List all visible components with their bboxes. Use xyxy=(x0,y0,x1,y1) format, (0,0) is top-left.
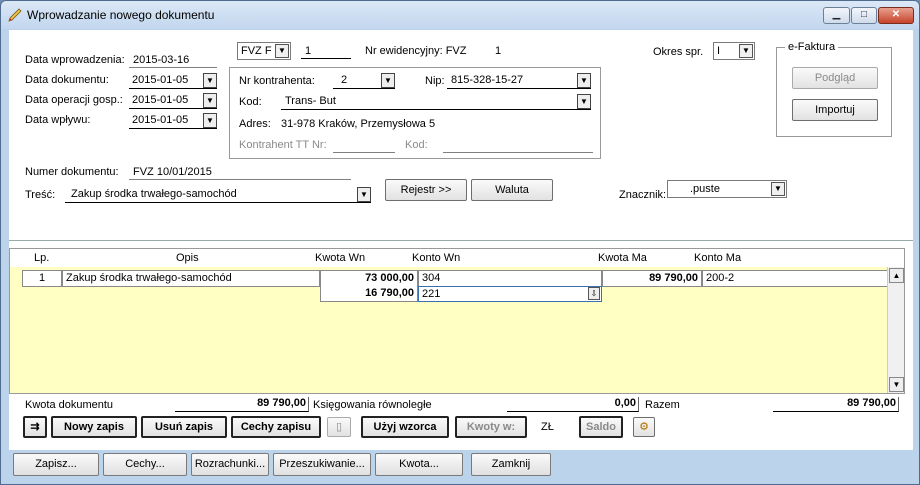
podglad-button[interactable]: Podgląd xyxy=(792,67,878,89)
entries-table: Lp. Opis Kwota Wn Konto Wn Kwota Ma Kont… xyxy=(9,248,905,394)
main-window: Wprowadzanie nowego dokumentu ▁ □ ✕ Data… xyxy=(0,0,920,485)
nr-kontrahenta-select[interactable]: 2 ▼ xyxy=(333,73,395,89)
dropdown-arrow-icon[interactable]: ▼ xyxy=(577,94,591,109)
tresc-label: Treść: xyxy=(25,189,56,201)
ksiegowania-label: Księgowania równoległe xyxy=(313,399,432,411)
kontrahent-tt-label: Kontrahent TT Nr: xyxy=(239,139,327,151)
scroll-up-icon[interactable]: ▲ xyxy=(889,268,904,283)
col-lp: Lp. xyxy=(34,252,50,264)
data-wprowadzenia-label: Data wprowadzenia: xyxy=(25,54,125,66)
dropdown-arrow-icon[interactable]: ▼ xyxy=(739,44,753,58)
col-opis: Opis xyxy=(176,252,199,264)
data-wplywu-label: Data wpływu: xyxy=(25,114,91,126)
waluta-button[interactable]: Waluta xyxy=(471,179,553,201)
nowy-zapis-button[interactable]: Nowy zapis xyxy=(51,416,137,438)
dropdown-arrow-icon[interactable]: ▼ xyxy=(381,73,395,88)
bottom-bar: Zapisz... Cechy... Rozrachunki... Przesz… xyxy=(9,450,913,479)
cechy-zapisu-button[interactable]: Cechy zapisu xyxy=(231,416,321,438)
cechy-button[interactable]: Cechy... xyxy=(103,453,187,476)
okres-select[interactable]: I ▼ xyxy=(713,42,755,60)
kwota-dokumentu-value: 89 790,00 xyxy=(175,397,309,412)
kod-label: Kod: xyxy=(239,96,262,108)
dropdown-arrow-icon[interactable]: ▼ xyxy=(577,73,591,88)
dropdown-arrow-icon[interactable]: ▼ xyxy=(357,187,371,202)
adres-label: Adres: xyxy=(239,118,271,130)
dropdown-arrow-icon[interactable]: ▼ xyxy=(203,93,217,108)
tt-kod-input[interactable] xyxy=(443,139,593,153)
col-kwota-ma: Kwota Ma xyxy=(598,252,647,264)
maximize-button[interactable]: □ xyxy=(851,7,877,24)
nr-kontrahenta-label: Nr kontrahenta: xyxy=(239,75,315,87)
document-icon[interactable]: ▯ xyxy=(327,417,351,437)
nip-select[interactable]: 815-328-15-27 ▼ xyxy=(447,73,591,89)
konto-wn-editor[interactable]: 221 ⇩ xyxy=(418,286,602,302)
currency-label: ZŁ xyxy=(541,421,554,433)
nr-ewidencyjny-label: Nr ewidencyjny: FVZ xyxy=(365,45,467,57)
nr-ewidencyjny-value: 1 xyxy=(495,45,502,57)
scroll-down-icon[interactable]: ▼ xyxy=(889,377,904,392)
usun-zapis-button[interactable]: Usuń zapis xyxy=(141,416,227,438)
uzyj-wzorca-button[interactable]: Użyj wzorca xyxy=(361,416,449,438)
saldo-button[interactable]: Saldo xyxy=(579,416,623,438)
przeszukiwanie-button[interactable]: Przeszukiwanie... xyxy=(273,453,371,476)
znacznik-label: Znacznik: xyxy=(619,189,667,201)
data-dokumentu-label: Data dokumentu: xyxy=(25,74,109,86)
kod-select[interactable]: Trans- But ▼ xyxy=(281,94,591,110)
window-title: Wprowadzanie nowego dokumentu xyxy=(27,8,215,22)
dropdown-arrow-icon[interactable]: ▼ xyxy=(771,182,785,196)
razem-label: Razem xyxy=(645,399,680,411)
table-row[interactable]: 1 Zakup środka trwałego-samochód 73 000,… xyxy=(22,270,888,287)
minimize-button[interactable]: ▁ xyxy=(823,7,850,24)
rejestr-button[interactable]: Rejestr >> xyxy=(385,179,467,201)
okres-label: Okres spr. xyxy=(653,46,704,58)
adres-value: 31-978 Kraków, Przemysłowa 5 xyxy=(281,118,436,130)
znacznik-select[interactable]: .puste ▼ xyxy=(667,180,787,198)
dropdown-arrow-icon[interactable]: ▼ xyxy=(275,44,289,58)
title-bar: Wprowadzanie nowego dokumentu ▁ □ ✕ xyxy=(1,1,919,29)
lookup-icon[interactable]: ⇩ xyxy=(588,287,600,300)
data-operacji-picker[interactable]: 2015-01-05 ▼ xyxy=(129,93,217,109)
importuj-button[interactable]: Importuj xyxy=(792,99,878,121)
rozrachunki-button[interactable]: Rozrachunki... xyxy=(191,453,269,476)
zapisz-button[interactable]: Zapisz... xyxy=(13,453,99,476)
table-header: Lp. Opis Kwota Wn Konto Wn Kwota Ma Kont… xyxy=(10,249,904,267)
razem-value: 89 790,00 xyxy=(773,397,899,412)
nip-label: Nip: xyxy=(425,75,445,87)
tresc-select[interactable]: Zakup środka trwałego-samochód ▼ xyxy=(65,187,371,203)
gear-icon[interactable]: ⚙ xyxy=(633,417,655,437)
dropdown-arrow-icon[interactable]: ▼ xyxy=(203,113,217,128)
efaktura-title: e-Faktura xyxy=(785,41,839,53)
kontrahent-tt-input[interactable] xyxy=(333,139,395,153)
form-area: Data wprowadzenia: 2015-03-16 Data dokum… xyxy=(9,30,913,479)
pen-icon xyxy=(8,8,22,22)
table-scrollbar[interactable]: ▲ ▼ xyxy=(887,267,904,393)
dropdown-arrow-icon[interactable]: ▼ xyxy=(203,73,217,88)
numer-dokumentu-label: Numer dokumentu: xyxy=(25,166,119,178)
col-konto-ma: Konto Ma xyxy=(694,252,742,264)
data-dokumentu-picker[interactable]: 2015-01-05 ▼ xyxy=(129,73,217,89)
arrows-button[interactable]: ⇉ xyxy=(23,416,47,438)
efaktura-group xyxy=(776,47,892,137)
kwoty-w-button[interactable]: Kwoty w: xyxy=(455,416,527,438)
document-type-select[interactable]: FVZ F ▼ xyxy=(237,42,291,60)
close-button[interactable]: ✕ xyxy=(878,7,914,24)
tt-kod-label: Kod: xyxy=(405,139,428,151)
zamknij-button[interactable]: Zamknij xyxy=(471,453,551,476)
table-row[interactable]: 16 790,00 221 ⇩ xyxy=(320,286,602,302)
kwota-dokumentu-label: Kwota dokumentu xyxy=(25,399,114,411)
col-kwota-wn: Kwota Wn xyxy=(315,252,366,264)
kwota-button[interactable]: Kwota... xyxy=(375,453,463,476)
col-konto-wn: Konto Wn xyxy=(412,252,461,264)
data-wplywu-picker[interactable]: 2015-01-05 ▼ xyxy=(129,113,217,129)
data-operacji-label: Data operacji gosp.: xyxy=(25,94,123,106)
ksiegowania-value: 0,00 xyxy=(507,397,639,412)
